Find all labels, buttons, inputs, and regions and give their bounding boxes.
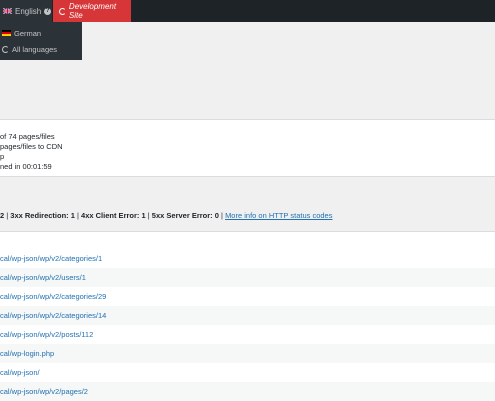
links-table: cal/wp-json/wp/v2/categories/1 cal/wp-js…	[0, 231, 495, 401]
result-line: pages/files to CDN	[0, 142, 63, 151]
table-row: cal/wp-json/wp/v2/categories/1	[0, 249, 495, 268]
refresh-icon	[59, 7, 66, 15]
url-link[interactable]: cal/wp-json/wp/v2/categories/14	[0, 311, 106, 320]
url-link[interactable]: cal/wp-json/wp/v2/users/1	[0, 273, 86, 282]
globe-icon	[2, 45, 9, 53]
language-label: English	[15, 6, 42, 16]
table-row: cal/wp-json/wp/v2/pages/2	[0, 382, 495, 401]
menu-item-label: German	[14, 28, 42, 38]
status-prefix: 2	[0, 211, 5, 220]
result-line: ned in 00:01:59	[0, 162, 52, 171]
url-link[interactable]: cal/wp-login.php	[0, 349, 54, 358]
server-error-label: 5xx Server Error:	[151, 211, 213, 220]
url-link[interactable]: cal/wp-json/wp/v2/categories/29	[0, 292, 106, 301]
client-error-count: 1	[141, 211, 146, 220]
redirection-count: 1	[70, 211, 75, 220]
more-info-link[interactable]: More info on HTTP status codes	[225, 211, 332, 220]
menu-item-all-languages[interactable]: All languages	[0, 41, 82, 57]
status-summary: 2 | 3xx Redirection: 1 | 4xx Client Erro…	[0, 211, 333, 220]
url-link[interactable]: cal/wp-json/	[0, 368, 40, 377]
client-error-label: 4xx Client Error:	[81, 211, 140, 220]
result-line: of 74 pages/files	[0, 132, 55, 141]
uk-flag-icon	[3, 8, 12, 14]
result-line: p	[0, 152, 5, 161]
redirection-label: 3xx Redirection:	[10, 211, 69, 220]
admin-bar: English ? Development Site	[0, 0, 495, 22]
language-dropdown: German All languages	[0, 22, 82, 60]
url-link[interactable]: cal/wp-json/wp/v2/categories/1	[0, 254, 102, 263]
development-site-button[interactable]: Development Site	[53, 0, 131, 22]
table-row: cal/wp-json/wp/v2/users/1	[0, 268, 495, 287]
table-row: cal/wp-json/wp/v2/categories/14	[0, 306, 495, 325]
table-row: cal/wp-login.php	[0, 344, 495, 363]
server-error-count: 0	[214, 211, 219, 220]
development-site-label: Development Site	[68, 2, 117, 20]
table-row: cal/wp-json/wp/v2/posts/112	[0, 325, 495, 344]
export-result-box: of 74 pages/files pages/files to CDN p n…	[0, 119, 495, 177]
de-flag-icon	[2, 30, 11, 36]
url-link[interactable]: cal/wp-json/wp/v2/pages/2	[0, 387, 88, 396]
table-row: cal/wp-json/	[0, 363, 495, 382]
menu-item-label: All languages	[12, 44, 58, 54]
help-icon: ?	[44, 7, 52, 15]
url-link[interactable]: cal/wp-json/wp/v2/posts/112	[0, 330, 93, 339]
language-switcher[interactable]: English ?	[0, 0, 52, 22]
menu-item-german[interactable]: German	[0, 25, 82, 41]
table-row: cal/wp-json/wp/v2/categories/29	[0, 287, 495, 306]
